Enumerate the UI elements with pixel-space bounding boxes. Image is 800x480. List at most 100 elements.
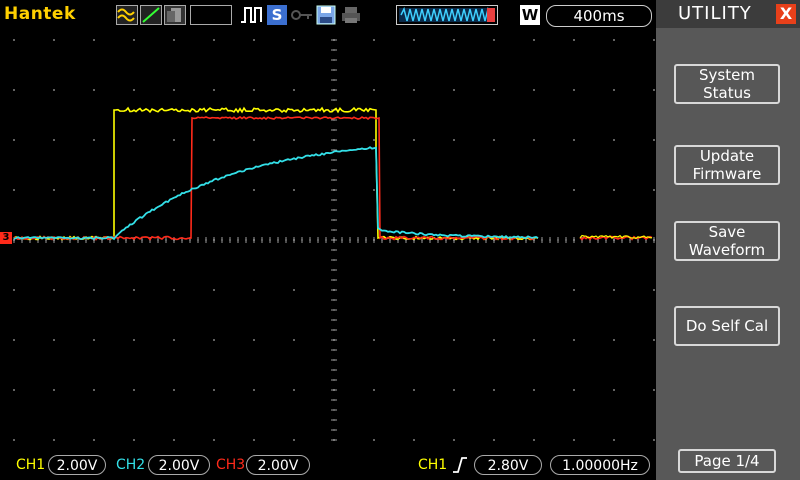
trigger-level[interactable]: 2.80V	[474, 455, 542, 475]
grid-dot	[453, 389, 455, 391]
grid-dot	[13, 389, 15, 391]
grid-dot	[373, 289, 375, 291]
ch3-scale[interactable]: 2.00V	[246, 455, 310, 475]
ch1-scale[interactable]: 2.00V	[48, 455, 106, 475]
grid-dot	[573, 289, 575, 291]
save-waveform-button[interactable]: Save Waveform	[674, 221, 780, 261]
grid-dot	[453, 139, 455, 141]
channel-ground-marker[interactable]: 3	[0, 232, 12, 244]
s-icon[interactable]: S	[267, 5, 287, 25]
grid-dot	[173, 389, 175, 391]
system-status-line1: System	[699, 66, 755, 84]
grid-dot	[373, 39, 375, 41]
bottom-status-bar: CH1 2.00V CH2 2.00V CH3 2.00V CH1 2.80V …	[0, 452, 656, 480]
grid-dot	[493, 189, 495, 191]
page-indicator-button[interactable]: Page 1/4	[678, 449, 776, 473]
ch2-scale[interactable]: 2.00V	[148, 455, 210, 475]
grid-dot	[173, 189, 175, 191]
grid-dot	[533, 39, 535, 41]
grid-dot	[213, 389, 215, 391]
grid-dot	[93, 189, 95, 191]
grid-dot	[573, 389, 575, 391]
grid-dot	[493, 139, 495, 141]
grid-dot	[373, 139, 375, 141]
waveform-display	[0, 30, 656, 452]
grid-dot	[13, 139, 15, 141]
ch3-label[interactable]: CH3	[216, 457, 245, 473]
grid-dot	[133, 189, 135, 191]
pulse-trigger-icon[interactable]	[240, 5, 264, 25]
grid-dot	[173, 289, 175, 291]
grid-dot	[453, 289, 455, 291]
waveform-mode-icon[interactable]	[116, 5, 138, 25]
grid-dot	[253, 139, 255, 141]
grid-dot	[453, 89, 455, 91]
grid-dot	[293, 339, 295, 341]
do-self-cal-button[interactable]: Do Self Cal	[674, 306, 780, 346]
grid-dot	[53, 439, 55, 441]
timebase-readout: 400ms	[546, 5, 652, 27]
grid-dot	[373, 389, 375, 391]
grid-dot	[173, 89, 175, 91]
rising-edge-icon	[452, 455, 468, 479]
grid-dot	[413, 289, 415, 291]
grid-dot	[173, 139, 175, 141]
grid-dot	[253, 89, 255, 91]
frequency-readout: 1.00000Hz	[550, 455, 650, 475]
grid-dot	[373, 339, 375, 341]
save-waveform-line2: Waveform	[689, 241, 765, 259]
grid-dot	[253, 389, 255, 391]
grid-dot	[53, 189, 55, 191]
grid-dot	[93, 139, 95, 141]
close-button[interactable]: X	[776, 4, 796, 24]
grid-dot	[493, 289, 495, 291]
grid-dot	[173, 439, 175, 441]
grid-dot	[653, 389, 655, 391]
grid-dot	[653, 439, 655, 441]
grid-dot	[293, 189, 295, 191]
save-icon[interactable]	[316, 5, 336, 25]
grid-dot	[93, 39, 95, 41]
grid-dot	[213, 39, 215, 41]
grid-dot	[653, 89, 655, 91]
w-icon[interactable]: W	[520, 5, 540, 25]
grid-dot	[493, 339, 495, 341]
grid-dot	[53, 289, 55, 291]
print-icon	[340, 5, 362, 25]
grid-dot	[93, 389, 95, 391]
ch1-label[interactable]: CH1	[16, 457, 45, 473]
grid-dot	[13, 189, 15, 191]
grid-dot	[413, 189, 415, 191]
grid-dot	[93, 89, 95, 91]
grid-dot	[13, 39, 15, 41]
trigger-source-label[interactable]: CH1	[418, 457, 447, 473]
grid-dot	[293, 139, 295, 141]
do-self-cal-label: Do Self Cal	[686, 317, 768, 335]
grid-dot	[413, 439, 415, 441]
system-status-button[interactable]: System Status	[674, 64, 780, 104]
memory-bar-icon	[396, 5, 498, 25]
system-status-line2: Status	[699, 84, 755, 102]
grid-dot	[533, 89, 535, 91]
grid-dot	[173, 339, 175, 341]
slope-icon[interactable]	[140, 5, 162, 25]
grid-dot	[253, 289, 255, 291]
grid-dot	[453, 339, 455, 341]
grid-dot	[213, 339, 215, 341]
grid-dot	[413, 339, 415, 341]
grid-dot	[493, 439, 495, 441]
ch2-label[interactable]: CH2	[116, 457, 145, 473]
grid-dot	[653, 139, 655, 141]
grid-dot	[613, 89, 615, 91]
grid-dot	[533, 289, 535, 291]
grid-dot	[533, 439, 535, 441]
grid-dot	[253, 439, 255, 441]
grid-dot	[213, 289, 215, 291]
grid-dot	[653, 339, 655, 341]
grid-dot	[573, 89, 575, 91]
grid-dot	[413, 89, 415, 91]
persist-icon[interactable]	[164, 5, 186, 25]
update-firmware-button[interactable]: Update Firmware	[674, 145, 780, 185]
grid-dot	[613, 389, 615, 391]
grid-dot	[213, 139, 215, 141]
